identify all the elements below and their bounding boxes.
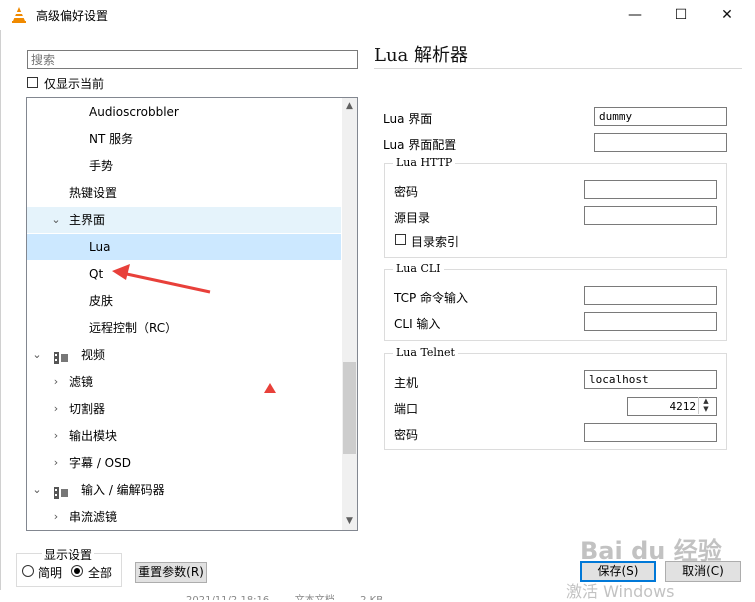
lua-interface-config-label: Lua 界面配置 xyxy=(383,138,457,152)
source-dir-label: 源目录 xyxy=(394,211,431,225)
tree-item[interactable]: 手势 xyxy=(27,153,341,179)
codec-category-icon xyxy=(53,483,69,499)
all-radio[interactable] xyxy=(71,565,83,577)
tree-item-label: Lua xyxy=(89,240,111,254)
tree-item-label: 滤镜 xyxy=(69,375,94,389)
tree-item[interactable]: ⌄ 主界面 xyxy=(27,207,341,233)
background-file-row: 2021/11/2 18:16 文本文档 2 KB xyxy=(186,591,383,600)
video-category-icon xyxy=(53,348,69,364)
expand-arrow-icon[interactable]: › xyxy=(50,450,62,476)
vlc-cone-icon xyxy=(10,6,28,24)
tree-item[interactable]: › 串流滤镜 xyxy=(27,504,341,530)
scroll-down-button[interactable]: ▼ xyxy=(342,513,357,530)
lua-cli-title: Lua CLI xyxy=(393,262,444,275)
annotation-marker xyxy=(264,383,276,393)
http-password-label: 密码 xyxy=(394,185,419,199)
lua-interface-label: Lua 界面 xyxy=(383,112,433,126)
port-decrease-icon[interactable]: ▼ xyxy=(699,405,713,413)
search-input[interactable] xyxy=(27,50,358,69)
tree-item[interactable]: 远程控制（RC） xyxy=(27,315,341,341)
http-password-input[interactable] xyxy=(584,180,717,199)
section-title: Lua 解析器 xyxy=(374,45,468,66)
annotation-arrow xyxy=(112,264,211,294)
tree-item-label: 输入 / 编解码器 xyxy=(81,483,165,497)
tree-item[interactable]: ⌄ 输入 / 编解码器 xyxy=(27,477,341,503)
tcp-input-label: TCP 命令输入 xyxy=(394,291,469,305)
activate-windows-watermark: 激活 Windows xyxy=(566,582,675,601)
port-label: 端口 xyxy=(394,402,419,416)
tree-item-label: 视频 xyxy=(81,348,106,362)
show-settings-label: 显示设置 xyxy=(42,546,95,563)
tree-item-label: NT 服务 xyxy=(89,132,134,146)
cli-input-label: CLI 输入 xyxy=(394,317,441,331)
collapse-arrow-icon[interactable]: ⌄ xyxy=(50,207,62,233)
window-title: 高级偏好设置 xyxy=(36,9,109,23)
tree-item-label: 远程控制（RC） xyxy=(89,321,178,335)
scroll-thumb[interactable] xyxy=(343,362,356,454)
source-dir-input[interactable] xyxy=(584,206,717,225)
port-stepper[interactable]: ▲ ▼ xyxy=(698,397,713,414)
tree-item[interactable]: NT 服务 xyxy=(27,126,341,152)
lua-interface-config-input[interactable] xyxy=(594,133,727,152)
dir-index-label: 目录索引 xyxy=(411,235,460,249)
tree-item-label: 输出模块 xyxy=(69,429,118,443)
tree-item[interactable]: ⌄ 视频 xyxy=(27,342,341,368)
collapse-arrow-icon[interactable]: ⌄ xyxy=(31,342,43,368)
expand-arrow-icon[interactable]: › xyxy=(50,396,62,422)
cli-input-field[interactable] xyxy=(584,312,717,331)
port-increase-icon[interactable]: ▲ xyxy=(699,397,713,405)
reset-preferences-button[interactable]: 重置参数(R) xyxy=(135,562,207,583)
only-current-checkbox[interactable] xyxy=(27,77,38,88)
all-label: 全部 xyxy=(88,566,113,580)
tree-item[interactable]: Audioscrobbler xyxy=(27,99,341,125)
simple-label: 简明 xyxy=(38,566,63,580)
tree-item-label: 主界面 xyxy=(69,213,106,227)
tree-item[interactable]: › 滤镜 xyxy=(27,369,341,395)
baidu-watermark: Bai du 经验 xyxy=(580,537,722,565)
tree-item[interactable]: › 输出模块 xyxy=(27,423,341,449)
tree-item[interactable]: Lua xyxy=(27,234,341,260)
tree-item[interactable]: › 字幕 / OSD xyxy=(27,450,341,476)
tree-scrollbar[interactable]: ▲ ▼ xyxy=(342,98,357,530)
tree-item-label: 字幕 / OSD xyxy=(69,456,131,470)
tree-item-label: 手势 xyxy=(89,159,114,173)
host-label: 主机 xyxy=(394,376,419,390)
tree-item[interactable]: 热键设置 xyxy=(27,180,341,206)
only-current-label: 仅显示当前 xyxy=(44,77,105,91)
host-input[interactable]: localhost xyxy=(584,370,717,389)
expand-arrow-icon[interactable]: › xyxy=(50,504,62,530)
tree-item-label: Audioscrobbler xyxy=(89,105,179,119)
preferences-tree[interactable]: Audioscrobbler NT 服务 手势 热键设置 ⌄ 主界面 Lua Qt 皮肤 远程控制… xyxy=(26,97,358,531)
collapse-arrow-icon[interactable]: ⌄ xyxy=(31,477,43,503)
close-button[interactable]: ✕ xyxy=(704,0,750,30)
telnet-password-label: 密码 xyxy=(394,428,419,442)
maximize-button[interactable]: ☐ xyxy=(658,0,704,30)
tree-item[interactable]: › 切割器 xyxy=(27,396,341,422)
lua-http-title: Lua HTTP xyxy=(393,156,456,169)
expand-arrow-icon[interactable]: › xyxy=(50,423,62,449)
window-left-border xyxy=(0,30,1,590)
lua-telnet-title: Lua Telnet xyxy=(393,346,458,359)
telnet-password-input[interactable] xyxy=(584,423,717,442)
title-separator xyxy=(374,68,742,69)
tree-item-label: 串流滤镜 xyxy=(69,510,118,524)
simple-radio[interactable] xyxy=(22,565,34,577)
tree-item-label: 切割器 xyxy=(69,402,106,416)
expand-arrow-icon[interactable]: › xyxy=(50,369,62,395)
scroll-up-button[interactable]: ▲ xyxy=(342,98,357,115)
minimize-button[interactable]: — xyxy=(612,0,658,30)
tree-item-label: 热键设置 xyxy=(69,186,118,200)
dir-index-checkbox[interactable] xyxy=(395,234,406,245)
tcp-input-field[interactable] xyxy=(584,286,717,305)
lua-interface-input[interactable]: dummy xyxy=(594,107,727,126)
